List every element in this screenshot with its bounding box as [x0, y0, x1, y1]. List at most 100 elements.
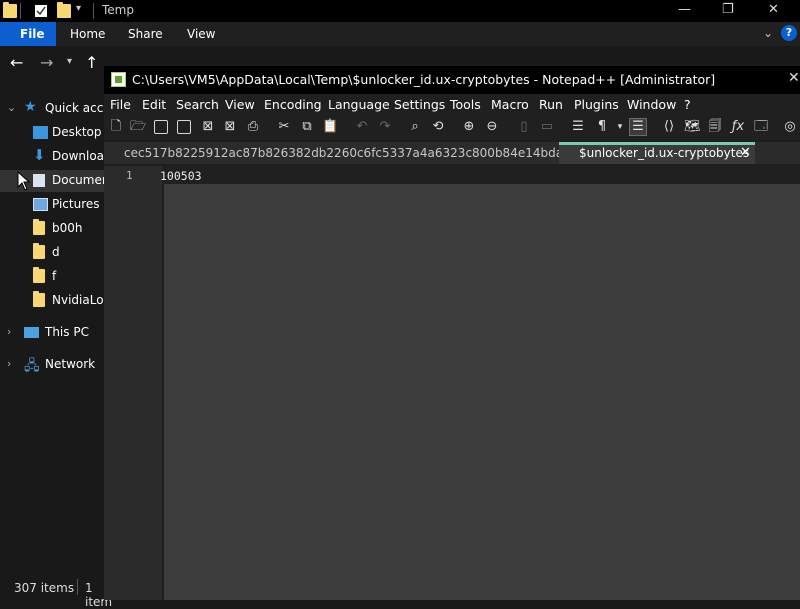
notepad-toolbar: 🗋 🗁 ⊠ ⊠ ⎙ ✂ ⧉ 📋 ↶ ↷ ⌕ ⟲ ⊕ ⊖ ▯ ▭ ☰ ¶ ▾ ☰ …	[104, 116, 800, 140]
nav-folder-d[interactable]: d	[0, 242, 104, 264]
close-all-icon[interactable]: ⊠	[222, 119, 238, 135]
maximize-button[interactable]: ❐	[722, 2, 734, 17]
sync-horizontal-icon[interactable]: ▭	[539, 119, 555, 135]
menu-encoding[interactable]: Encoding	[264, 97, 322, 112]
nav-documents[interactable]: Documents	[0, 170, 104, 192]
chevron-right-icon[interactable]: ›	[7, 357, 11, 370]
properties-icon[interactable]	[34, 4, 48, 18]
nav-network[interactable]: › 🖧 Network	[0, 354, 104, 376]
folder-icon	[33, 267, 45, 283]
menu-plugins[interactable]: Plugins	[574, 97, 619, 112]
ribbon-tab-home[interactable]: Home	[70, 27, 105, 41]
ribbon-tab-view[interactable]: View	[187, 27, 215, 41]
recent-locations-button[interactable]: ▾	[67, 56, 72, 67]
nav-folder-nvidialogging[interactable]: NvidiaLogging	[0, 290, 104, 312]
chevron-right-icon[interactable]: ›	[7, 325, 11, 338]
notepad-plus-plus-window: C:\Users\VM5\AppData\Local\Temp\$unlocke…	[104, 66, 800, 600]
cut-icon[interactable]: ✂	[276, 119, 292, 135]
minimize-button[interactable]: —	[678, 2, 691, 17]
network-icon: 🖧	[24, 358, 40, 374]
word-wrap-icon[interactable]: ☰	[570, 119, 586, 135]
print-icon[interactable]: ⎙	[245, 119, 261, 135]
notepad-tab-bar: cec517b8225912ac87b826382db2260c6fc5337a…	[104, 142, 800, 164]
menu-window[interactable]: Window	[627, 97, 676, 112]
find-icon[interactable]: ⌕	[407, 119, 423, 135]
notepad-menu-bar: File Edit Search View Encoding Language …	[104, 94, 800, 116]
folder-icon	[3, 2, 17, 18]
nav-this-pc[interactable]: › This PC	[0, 322, 104, 344]
download-icon: ⬇	[33, 146, 46, 164]
undo-icon[interactable]: ↶	[354, 119, 370, 135]
notepad-window-title: C:\Users\VM5\AppData\Local\Temp\$unlocke…	[132, 72, 716, 87]
notepad-app-icon	[111, 72, 126, 87]
nav-folder-f[interactable]: f	[0, 266, 104, 288]
dropdown-icon[interactable]: ▾	[612, 119, 628, 135]
nav-quick-access[interactable]: ⌄ ★ Quick access	[0, 98, 104, 120]
menu-help[interactable]: ?	[684, 97, 691, 112]
forward-button[interactable]: →	[40, 53, 53, 72]
menu-language[interactable]: Language	[328, 97, 390, 112]
folder-as-workspace-icon[interactable]: 🗔	[753, 119, 769, 135]
function-list-icon[interactable]: ƒx	[730, 119, 746, 135]
menu-tools[interactable]: Tools	[450, 97, 481, 112]
menu-file[interactable]: File	[110, 97, 131, 112]
tab-hta-file[interactable]: cec517b8225912ac87b826382db2260c6fc5337a…	[114, 142, 624, 164]
indent-guide-icon[interactable]: ☰	[629, 118, 647, 136]
copy-icon[interactable]: ⧉	[299, 119, 315, 135]
ribbon-tab-share[interactable]: Share	[128, 27, 163, 41]
open-file-icon[interactable]: 🗁	[130, 119, 146, 135]
menu-search[interactable]: Search	[176, 97, 219, 112]
menu-run[interactable]: Run	[539, 97, 563, 112]
menu-settings[interactable]: Settings	[394, 97, 445, 112]
paste-icon[interactable]: 📋	[322, 119, 338, 135]
back-button[interactable]: ←	[10, 53, 23, 72]
help-icon[interactable]: ?	[781, 25, 797, 41]
status-item-count: 307 items	[14, 581, 75, 595]
zoom-in-icon[interactable]: ⊕	[461, 119, 477, 135]
explorer-window-title: Temp	[102, 3, 134, 17]
notepad-close-button[interactable]: ✕	[788, 70, 800, 86]
zoom-out-icon[interactable]: ⊖	[484, 119, 500, 135]
folder-icon	[33, 243, 45, 259]
save-icon[interactable]	[154, 120, 168, 134]
separator	[93, 3, 94, 19]
desktop-icon	[33, 126, 48, 139]
folder-icon	[33, 219, 45, 235]
star-icon: ★	[24, 99, 37, 115]
chevron-down-icon[interactable]: ⌄	[7, 101, 16, 114]
ribbon-expand-icon[interactable]: ⌄	[763, 26, 773, 40]
explorer-title-bar: ▾ Temp — ❐ ✕	[0, 0, 800, 22]
nav-desktop[interactable]: Desktop	[0, 122, 104, 144]
customize-toolbar-icon[interactable]: ▾	[76, 3, 90, 17]
show-all-characters-icon[interactable]: ¶	[594, 119, 610, 135]
navigation-pane: ⌄ ★ Quick access Desktop ⬇ Downloads Doc…	[0, 80, 104, 575]
new-folder-icon[interactable]	[57, 2, 71, 18]
nav-downloads[interactable]: ⬇ Downloads	[0, 146, 104, 168]
up-button[interactable]: ↑	[85, 53, 98, 72]
menu-macro[interactable]: Macro	[491, 97, 529, 112]
redo-icon[interactable]: ↷	[377, 119, 393, 135]
ribbon-tab-file[interactable]: File	[0, 22, 56, 46]
current-line-highlight	[162, 166, 800, 184]
monitoring-icon[interactable]: ◎	[782, 119, 798, 135]
separator	[20, 3, 21, 19]
fold-margin	[162, 166, 164, 600]
close-icon[interactable]: ✕	[740, 145, 751, 160]
sync-vertical-icon[interactable]: ▯	[516, 119, 532, 135]
menu-edit[interactable]: Edit	[142, 97, 166, 112]
nav-pictures[interactable]: Pictures	[0, 194, 104, 216]
document-list-icon[interactable]: 🗐	[707, 119, 723, 135]
tab-unlocker-id[interactable]: $unlocker_id.ux-cryptobytes ✕	[559, 142, 755, 164]
replace-icon[interactable]: ⟲	[430, 119, 446, 135]
document-map-icon[interactable]: 🗺	[684, 119, 701, 135]
xml-tags-icon[interactable]: ⟨⟩	[661, 119, 677, 135]
notepad-editor[interactable]: 1	[104, 166, 800, 600]
nav-folder-b00h[interactable]: b00h	[0, 218, 104, 240]
new-file-icon[interactable]: 🗋	[108, 119, 124, 135]
explorer-ribbon: File Home Share View ⌄ ?	[0, 22, 800, 46]
close-file-icon[interactable]: ⊠	[200, 119, 216, 135]
save-all-icon[interactable]	[177, 120, 191, 134]
menu-view[interactable]: View	[225, 97, 255, 112]
editor-text-line[interactable]: 100503	[160, 169, 202, 183]
close-button[interactable]: ✕	[768, 2, 779, 17]
